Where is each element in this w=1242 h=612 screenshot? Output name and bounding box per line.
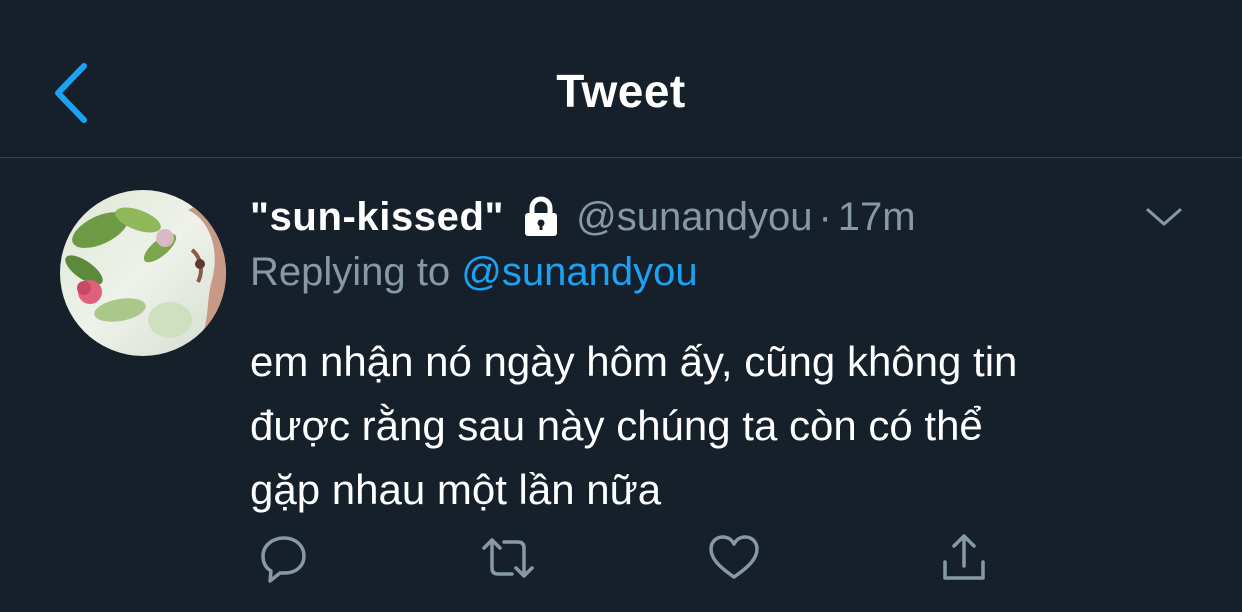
avatar-image	[60, 190, 226, 356]
tweet-menu-button[interactable]	[1144, 202, 1184, 232]
page-title: Tweet	[556, 65, 686, 117]
tweet[interactable]: "sun-kissed" @sunandyou · 17m Replying t…	[0, 158, 1242, 612]
retweet-button[interactable]	[480, 530, 536, 586]
replying-mention-link[interactable]: @sunandyou	[461, 250, 697, 294]
reply-icon	[261, 536, 306, 583]
tweet-text-line: được rằng sau này chúng ta còn có thể	[250, 402, 983, 449]
timestamp[interactable]: 17m	[838, 195, 916, 240]
like-button[interactable]	[706, 530, 762, 586]
avatar[interactable]	[60, 190, 226, 356]
reply-button[interactable]	[256, 530, 312, 586]
share-button[interactable]	[936, 530, 992, 586]
chevron-down-icon	[1146, 208, 1182, 226]
handle[interactable]: @sunandyou	[576, 195, 812, 240]
tweet-text-line: gặp nhau một lần nữa	[250, 466, 662, 513]
tweet-text: em nhận nó ngày hôm ấy, cũng không tin đ…	[250, 330, 1190, 522]
heart-icon	[709, 535, 759, 579]
tweet-meta: "sun-kissed" @sunandyou · 17m	[250, 191, 916, 243]
lock-icon	[520, 196, 562, 238]
retweet-icon	[482, 538, 534, 578]
tweet-actions	[0, 530, 1242, 590]
replying-to: Replying to @sunandyou	[250, 250, 698, 295]
header-bar: Tweet	[0, 0, 1242, 158]
tweet-text-line: em nhận nó ngày hôm ấy, cũng không tin	[250, 338, 1018, 385]
replying-prefix: Replying to	[250, 250, 462, 294]
separator-dot: ·	[818, 194, 832, 239]
display-name[interactable]: "sun-kissed"	[250, 195, 504, 240]
share-icon	[943, 534, 985, 580]
tweet-detail-screen: Tweet "sun-kissed" @sunandyou · 17m Repl…	[0, 0, 1242, 612]
